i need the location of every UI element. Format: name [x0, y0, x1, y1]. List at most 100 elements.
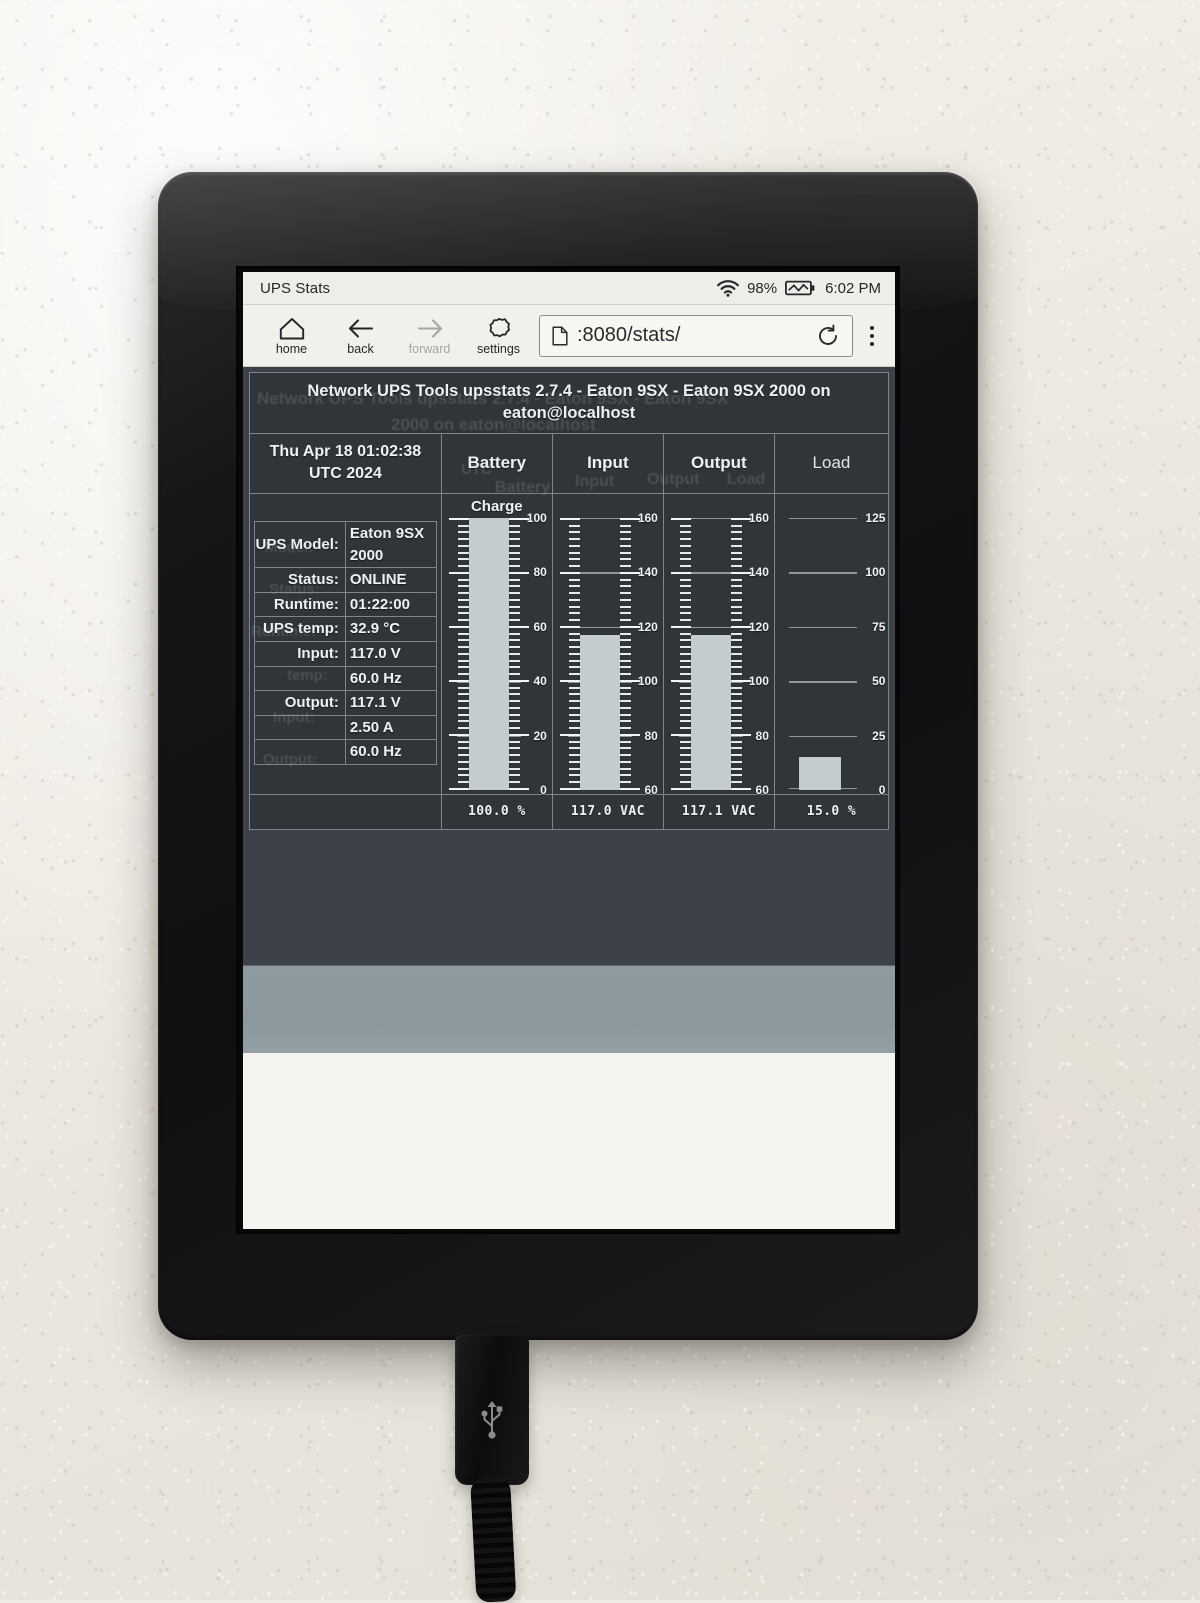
- input-scale-label: 120: [637, 619, 658, 634]
- info-row: 60.0 Hz: [254, 739, 437, 765]
- info-value: 117.0 V: [344, 640, 437, 667]
- input-scale-label: 160: [637, 510, 658, 525]
- upsstats-page: Network UPS Tools upsstats 2.7.4 - Eaton…: [243, 367, 895, 965]
- battery-scale-label: 40: [533, 674, 547, 689]
- eink-screen: UPS Stats 98% 6:02 PM home back forward …: [243, 272, 895, 1229]
- info-key: Runtime:: [254, 591, 346, 618]
- battery-scale-label: 60: [533, 619, 547, 634]
- battery-gauge-cell: Charge 0 20 40 60 80 100: [440, 492, 553, 796]
- load-scale-label: 0: [878, 782, 886, 797]
- info-value: 117.1 V: [344, 690, 437, 716]
- battery-percent-label: 98%: [747, 279, 778, 297]
- output-gauge-cell: 60 80 100 120 140 160: [662, 492, 775, 796]
- input-scale-labels: 60 80 100 120 140 160: [624, 512, 658, 796]
- load-scale-labels: 0 25 50 75 100 125: [851, 512, 886, 796]
- input-gauge: 60 80 100 120 140 160: [558, 512, 658, 796]
- info-value: 2.50 A: [344, 714, 437, 741]
- ereader-device: UPS Stats 98% 6:02 PM home back forward …: [158, 172, 978, 1340]
- upsstats-table: Network UPS Tools upsstats 2.7.4 - Eaton…: [249, 372, 890, 830]
- load-scale-label: 75: [872, 619, 886, 634]
- document-icon: [552, 325, 568, 346]
- info-row: UPS temp: 32.9 °C: [254, 616, 437, 642]
- battery-scale-label: 20: [533, 728, 547, 743]
- usb-connector: [455, 1335, 529, 1485]
- info-key: UPS Model:: [254, 520, 346, 569]
- battery-value: 100.0 %: [440, 793, 553, 830]
- output-scale-label: 140: [748, 565, 769, 580]
- input-bar-fill: [579, 634, 620, 790]
- usb-cable: [470, 1476, 517, 1603]
- load-gauge-cell: 0 25 50 75 100 125: [773, 492, 890, 796]
- load-bar-track: [799, 518, 842, 790]
- gauges-row: UPS Model: Eaton 9SX 2000 Status: ONLINE…: [249, 492, 890, 796]
- info-key: Output:: [254, 690, 346, 716]
- battery-scale-label: 0: [540, 782, 547, 797]
- column-header-row: Thu Apr 18 01:02:38 UTC 2024 Battery Inp…: [249, 432, 890, 494]
- back-button[interactable]: back: [326, 316, 395, 356]
- input-ticks-left: [559, 517, 580, 791]
- battery-scale-label: 100: [526, 510, 547, 525]
- load-scale-label: 25: [872, 728, 886, 743]
- input-scale-label: 140: [637, 565, 658, 580]
- info-key: [254, 665, 346, 692]
- settings-button[interactable]: settings: [464, 316, 533, 356]
- load-scale-label: 125: [865, 510, 886, 525]
- output-gauge: 60 80 100 120 140 160: [669, 512, 769, 796]
- battery-gauge: 0 20 40 60 80 100: [447, 512, 547, 796]
- values-row: 100.0 % 117.0 VAC 117.1 VAC 15.0 %: [249, 793, 890, 830]
- battery-scale-labels: 0 20 40 60 80 100: [513, 512, 547, 796]
- home-button[interactable]: home: [257, 316, 326, 356]
- info-value: ONLINE: [344, 567, 437, 593]
- settings-button-label: settings: [476, 341, 521, 356]
- output-scale-label: 160: [748, 510, 769, 525]
- input-scale-label: 80: [644, 728, 658, 743]
- column-header-load: Load: [773, 432, 890, 494]
- info-value: Eaton 9SX 2000: [344, 520, 437, 569]
- status-bar-title: UPS Stats: [260, 279, 331, 297]
- input-bar-track: [579, 518, 620, 790]
- info-key: UPS temp:: [254, 616, 346, 642]
- info-row: UPS Model: Eaton 9SX 2000: [254, 520, 437, 569]
- info-key: Input:: [254, 640, 346, 667]
- info-key: Status:: [254, 567, 346, 593]
- usb-icon: [477, 1397, 507, 1441]
- info-row: Output: 117.1 V: [254, 690, 437, 716]
- values-spacer: [249, 793, 442, 830]
- column-header-battery: Battery: [440, 432, 553, 494]
- back-button-label: back: [347, 341, 374, 356]
- info-key: [254, 714, 346, 741]
- output-scale-labels: 60 80 100 120 140 160: [735, 512, 769, 796]
- page-title: Network UPS Tools upsstats 2.7.4 - Eaton…: [249, 372, 889, 434]
- input-scale-label: 60: [644, 782, 658, 797]
- screen-well: UPS Stats 98% 6:02 PM home back forward …: [236, 266, 900, 1234]
- input-gauge-cell: 60 80 100 120 140 160: [551, 492, 664, 796]
- wifi-icon: [717, 279, 739, 297]
- address-bar-url: :8080/stats/: [577, 324, 681, 346]
- gear-icon: [485, 316, 513, 341]
- home-icon: [278, 316, 306, 341]
- forward-button[interactable]: forward: [395, 316, 464, 356]
- reload-icon[interactable]: [816, 324, 840, 348]
- info-row: Input: 117.0 V: [254, 640, 437, 667]
- output-scale-label: 60: [755, 782, 769, 797]
- address-bar[interactable]: :8080/stats/: [539, 314, 853, 357]
- battery-charging-icon: [785, 280, 815, 296]
- status-bar-indicators: 98% 6:02 PM: [717, 280, 881, 297]
- table-header-row: Network UPS Tools upsstats 2.7.4 - Eaton…: [249, 372, 889, 434]
- input-value: 117.0 VAC: [551, 793, 664, 830]
- info-value: 01:22:00: [344, 591, 437, 618]
- output-scale-label: 80: [755, 728, 769, 743]
- load-bar-fill: [799, 757, 842, 790]
- load-scale-label: 50: [872, 674, 886, 689]
- output-scale-label: 100: [748, 674, 769, 689]
- page-blank-area: [243, 1053, 895, 1229]
- forward-button-label: forward: [408, 341, 451, 356]
- output-scale-label: 120: [748, 619, 769, 634]
- info-value: 60.0 Hz: [344, 665, 437, 692]
- output-value: 117.1 VAC: [662, 793, 775, 830]
- info-row: 60.0 Hz: [254, 665, 437, 692]
- home-button-label: home: [275, 341, 308, 356]
- eink-refresh-band: [243, 965, 895, 1053]
- overflow-menu-icon[interactable]: [859, 325, 885, 346]
- timestamp: Thu Apr 18 01:02:38 UTC 2024: [249, 432, 442, 494]
